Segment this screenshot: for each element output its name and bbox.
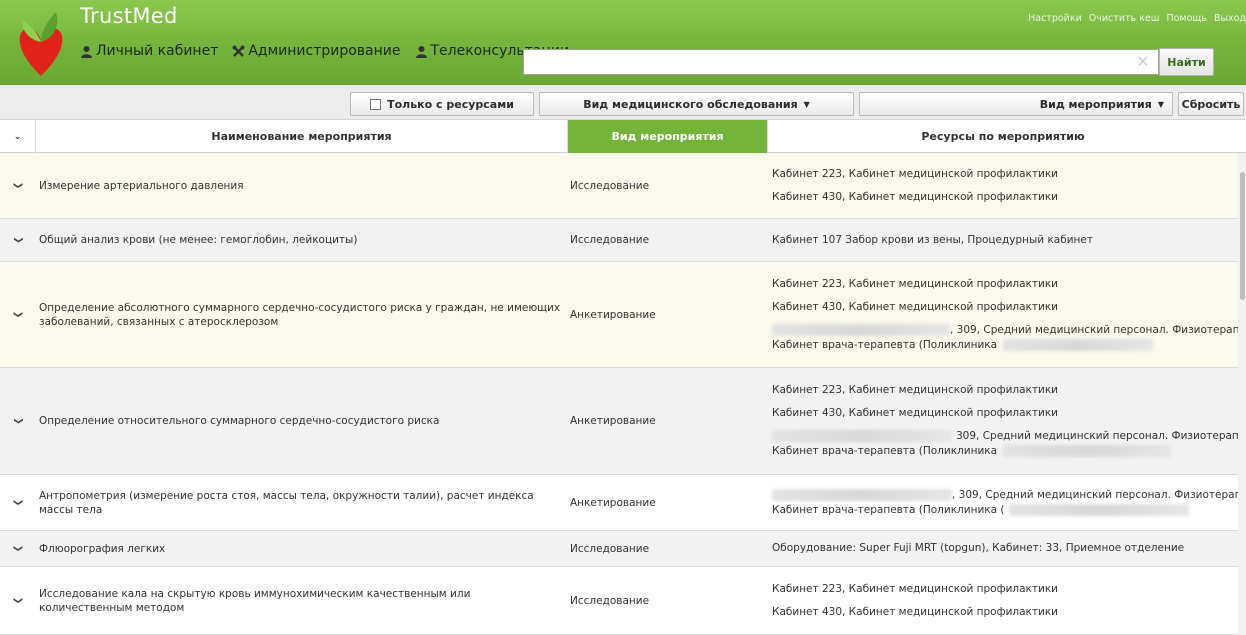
help-link[interactable]: Помощь [1166,13,1206,24]
table-row[interactable]: ❯ Определение относительного суммарного … [0,368,1246,475]
scroll-thumb[interactable] [1240,172,1245,300]
caret-down-icon: ▼ [1157,99,1164,109]
resource-line: 309, Средний медицинский персонал. Физио… [772,430,1246,443]
column-header-type[interactable]: Вид мероприятия [568,120,768,153]
table-row[interactable]: ❯ Антропометрия (измерение роста стоя, м… [0,475,1246,531]
resource-line: , 309, Средний медицинский персонал. Физ… [772,488,1246,502]
redacted-text [1003,445,1172,457]
event-name: Исследование кала на скрытую кровь иммун… [39,587,471,614]
table-row[interactable]: ❯ Измерение артериального давления Иссле… [0,153,1246,219]
resource-text: , 309, Средний медицинский персонал. Физ… [952,488,1246,501]
checkbox-icon[interactable] [370,98,382,110]
event-type: Исследование [570,594,650,607]
reset-button[interactable]: Сбросить [1178,92,1244,116]
user-icon [81,45,92,58]
table-header: ⌄ Наименование мероприятия Вид мероприят… [0,120,1246,153]
nav-label: Личный кабинет [96,43,219,59]
table-row[interactable]: ❯ Флюорография легких Исследование Обору… [0,531,1246,567]
expand-chevron-icon[interactable]: ❯ [1,531,36,567]
resource-line: Кабинет врача-терапевта (Поликлиника ( [772,503,1189,517]
resource-line: Кабинет 223, Кабинет медицинской профила… [772,167,1059,180]
event-resources: Кабинет 223, Кабинет медицинской профила… [772,153,1242,218]
resource-line: Кабинет 430, Кабинет медицинской профила… [772,300,1059,313]
search-button[interactable]: Найти [1159,48,1214,76]
resource-line: Кабинет врача-терапевта (Поликлиника [772,445,1172,458]
event-name: Антропометрия (измерение роста стоя, мас… [39,489,534,516]
redacted-text [1003,338,1154,351]
redacted-text [772,488,952,501]
event-name: Определение относительного суммарного се… [39,415,440,427]
resource-text: Кабинет врача-терапевта (Поликлиника ( [772,503,1005,516]
resource-line: Кабинет врача-терапевта (Поликлиника [772,338,1154,352]
exam-type-label: Вид медицинского обследования [583,97,798,111]
column-header-resources[interactable]: Ресурсы по мероприятию [768,120,1238,153]
only-resources-toggle[interactable]: Только с ресурсами [350,92,534,116]
table-row[interactable]: ❯ Общий анализ крови (не менее: гемоглоб… [0,219,1246,262]
event-name: Флюорография легких [39,542,166,555]
redacted-text [1008,503,1189,516]
resource-text: Кабинет врача-терапевта (Поликлиника [772,445,998,457]
resource-line: Кабинет 430, Кабинет медицинской профила… [772,190,1059,203]
app-header: TrustMed Настройки Очистить кеш Помощь В… [0,0,1246,85]
user-icon [415,45,427,58]
logout-link[interactable]: Выход [1214,13,1246,24]
event-name: Общий анализ крови (не менее: гемоглобин… [39,234,358,246]
redacted-text [772,323,950,336]
resource-line: , 309, Средний медицинский персонал. Физ… [772,323,1246,337]
nav-personal-cabinet[interactable]: Личный кабинет [80,43,218,59]
event-resources: Кабинет 223, Кабинет медицинской профила… [772,368,1246,474]
event-type: Анкетирование [570,308,656,321]
top-links: Настройки Очистить кеш Помощь Выход [1024,13,1246,24]
caret-down-icon: ▼ [803,99,810,109]
event-type-label: Вид мероприятия [1039,97,1152,111]
event-resources: Оборудование: Super Fuji MRT (topgun), К… [772,531,1242,566]
expand-chevron-icon[interactable]: ❯ [0,222,39,258]
event-name: Определение абсолютного суммарного серде… [39,301,561,328]
search-input[interactable] [523,49,1159,75]
redacted-text [772,430,952,442]
event-type: Анкетирование [570,415,656,427]
event-type: Исследование [570,234,650,246]
resource-text: Кабинет врача-терапевта (Поликлиника [772,338,998,351]
resource-text: 309, Средний медицинский персонал. Физио… [956,430,1246,442]
column-header-name[interactable]: Наименование мероприятия [36,120,568,153]
resource-line: Кабинет 223, Кабинет медицинской профила… [772,384,1059,396]
event-type: Исследование [570,179,650,192]
expand-all-chevron-icon[interactable]: ⌄ [0,120,36,153]
table-row[interactable]: ❯ Определение абсолютного суммарного сер… [0,262,1246,368]
only-resources-label: Только с ресурсами [387,97,514,111]
event-name: Измерение артериального давления [39,179,244,192]
reset-label: Сбросить [1181,97,1241,111]
tools-icon [232,45,245,57]
event-type: Исследование [570,542,650,555]
table-row[interactable]: ❯ Исследование кала на скрытую кровь имм… [0,567,1246,635]
resource-line: Оборудование: Super Fuji MRT (topgun), К… [772,542,1185,554]
clear-search-icon[interactable]: ✕ [1135,54,1151,70]
event-type-dropdown[interactable]: Вид мероприятия ▼ [859,92,1173,116]
event-resources: , 309, Средний медицинский персонал. Физ… [772,475,1246,530]
clear-cache-link[interactable]: Очистить кеш [1089,13,1160,24]
settings-link[interactable]: Настройки [1028,13,1082,24]
nav-administration[interactable]: Администрирование [232,43,401,59]
main-nav: Личный кабинет Администрирование Телекон… [80,43,569,59]
event-resources: Кабинет 223, Кабинет медицинской профила… [772,567,1242,634]
app-title: TrustMed [80,4,178,28]
resource-line: Кабинет 223, Кабинет медицинской профила… [772,277,1059,290]
filter-bar: Только с ресурсами Вид медицинского обсл… [0,85,1246,120]
resource-text: , 309, Средний медицинский персонал. Физ… [950,323,1246,336]
exam-type-dropdown[interactable]: Вид медицинского обследования ▼ [539,92,854,116]
event-type: Анкетирование [570,496,656,509]
trustmed-logo-icon [19,12,63,76]
event-resources: Кабинет 107 Забор крови из вены, Процеду… [772,219,1242,261]
nav-label: Администрирование [248,43,401,59]
resource-line: Кабинет 430, Кабинет медицинской профила… [772,407,1059,419]
table-body: ❯ Измерение артериального давления Иссле… [0,153,1246,635]
resource-line: Кабинет 430, Кабинет медицинской профила… [772,605,1059,618]
event-resources: Кабинет 223, Кабинет медицинской профила… [772,262,1246,367]
resource-line: Кабинет 107 Забор крови из вены, Процеду… [772,233,1093,246]
resource-line: Кабинет 223, Кабинет медицинской профила… [772,582,1059,595]
